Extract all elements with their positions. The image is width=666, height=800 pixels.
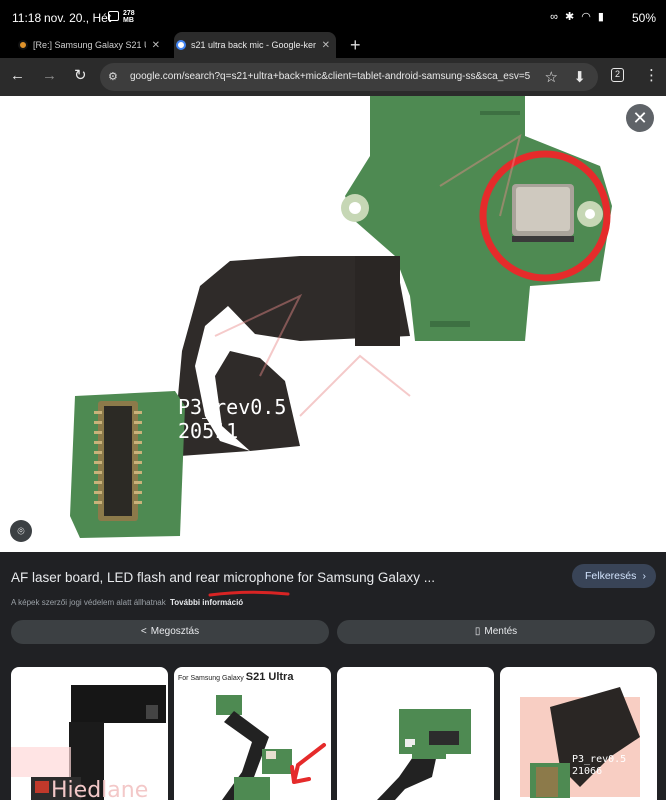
image-viewer[interactable]: P3_rev0.5 20511 ✕ ⌾: [0, 96, 666, 552]
status-date: nov. 20., Hét: [44, 11, 112, 25]
tab-strip: [Re:] Samsung Galaxy S21 Ultra - vá ✕ s2…: [0, 32, 666, 58]
more-info-link[interactable]: További információ: [170, 598, 243, 607]
red-underline-annotation: [208, 590, 290, 597]
thumb-caption: For Samsung Galaxy S21 Ultra: [178, 671, 294, 683]
chevron-right-icon: ›: [642, 570, 647, 582]
related-image-3[interactable]: [337, 667, 494, 800]
save-button[interactable]: ▯ Mentés: [337, 620, 655, 644]
site-favicon-icon: [18, 40, 28, 50]
visit-button-label: Felkeresés: [585, 570, 637, 582]
result-info-panel: AF laser board, LED flash and rear micro…: [0, 552, 666, 800]
share-label: Megosztás: [150, 626, 200, 637]
tab-switcher-button[interactable]: 2: [611, 68, 624, 82]
share-button[interactable]: < Megosztás: [11, 620, 329, 644]
visit-button[interactable]: Felkeresés ›: [572, 564, 656, 588]
board-text-code: 20511: [178, 419, 238, 443]
close-tab-icon[interactable]: ✕: [152, 40, 160, 51]
tab-title: [Re:] Samsung Galaxy S21 Ultra - vá: [33, 40, 146, 50]
notification-count: 278 MB: [123, 10, 135, 24]
tab-title: s21 ultra back mic - Google-keresés: [191, 40, 316, 50]
status-bar: 11:18 nov. 20., Hét 278 MB ∞ ✱ ◠ ▮ 50%: [0, 0, 666, 32]
share-icon: <: [140, 626, 147, 637]
board-text-rev: P3_rev0.5: [178, 395, 286, 419]
back-arrow-icon[interactable]: ←: [10, 67, 25, 85]
copyright-notice: A képek szerzői jogi védelem alatt állha…: [11, 598, 244, 607]
new-tab-icon[interactable]: +: [350, 35, 361, 56]
close-tab-icon[interactable]: ✕: [322, 40, 330, 51]
close-viewer-button[interactable]: ✕: [626, 104, 654, 132]
gallery-icon: [108, 11, 119, 21]
status-time: 11:18: [12, 11, 42, 25]
related-image-4[interactable]: P3_rev0.5 21066: [500, 667, 657, 800]
address-bar[interactable]: ⚙ google.com/search?q=s21+ultra+back+mic…: [100, 63, 598, 91]
bookmark-icon: ▯: [474, 626, 481, 637]
google-favicon-icon: [176, 40, 186, 50]
browser-tab-1[interactable]: [Re:] Samsung Galaxy S21 Ultra - vá ✕: [16, 32, 166, 58]
lens-search-icon[interactable]: ⌾: [10, 520, 32, 542]
connectivity-icons: ∞ ✱ ◠ ▮: [550, 11, 606, 23]
bookmark-star-icon[interactable]: ☆: [545, 68, 558, 86]
reload-icon[interactable]: ↻: [74, 67, 87, 85]
pcb-photo: P3_rev0.5 20511: [70, 96, 612, 538]
svg-text:P3_rev0.5: P3_rev0.5: [572, 754, 626, 765]
save-label: Mentés: [484, 626, 518, 637]
related-image-1[interactable]: Hiedlane: [11, 667, 168, 800]
forward-arrow-icon[interactable]: →: [42, 67, 57, 85]
related-image-2[interactable]: For Samsung Galaxy S21 Ultra: [174, 667, 331, 800]
browser-toolbar: ← → ↻ ⚙ google.com/search?q=s21+ultra+ba…: [0, 58, 666, 96]
download-icon[interactable]: ⬇: [573, 68, 586, 86]
browser-tab-2-active[interactable]: s21 ultra back mic - Google-keresés ✕: [174, 32, 336, 58]
svg-text:Hiedlane: Hiedlane: [51, 778, 148, 800]
result-title[interactable]: AF laser board, LED flash and rear micro…: [11, 570, 435, 585]
url-text[interactable]: google.com/search?q=s21+ultra+back+mic&c…: [130, 71, 530, 82]
related-images: Hiedlane For Samsung Galaxy S21 Ultra P3…: [11, 667, 657, 800]
more-options-icon[interactable]: ⋮: [644, 67, 659, 85]
svg-text:21066: 21066: [572, 766, 602, 777]
site-settings-icon[interactable]: ⚙: [108, 70, 118, 83]
battery-level: 50%: [631, 11, 656, 25]
